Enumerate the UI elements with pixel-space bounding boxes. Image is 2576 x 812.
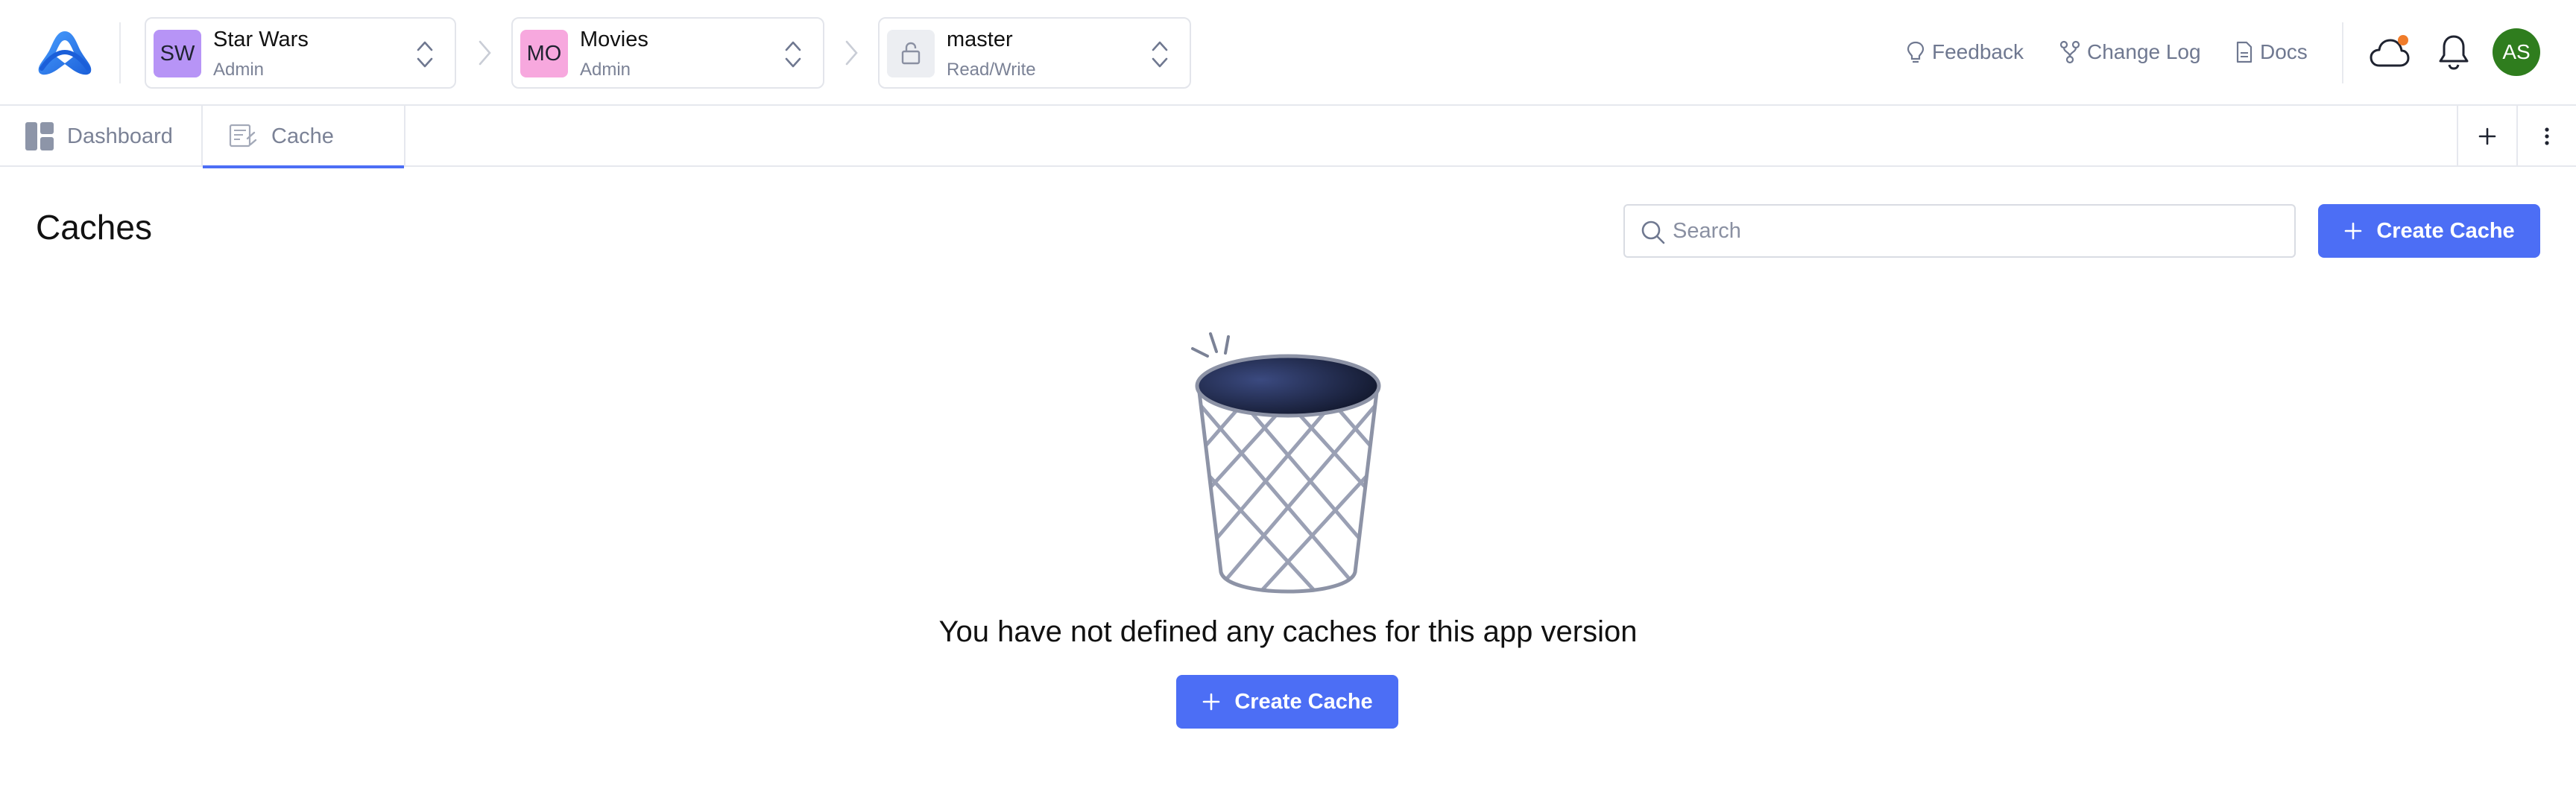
tab-dashboard-label: Dashboard <box>67 124 173 148</box>
project-name: Star Wars <box>213 28 309 51</box>
chevron-right-icon <box>845 40 858 66</box>
project-role: Admin <box>213 60 265 80</box>
tab-dashboard[interactable]: Dashboard <box>0 106 203 167</box>
tab-bar: Dashboard Cache <box>0 106 2576 168</box>
plus-icon <box>2345 222 2362 240</box>
document-icon <box>2236 41 2253 63</box>
docs-label: Docs <box>2260 40 2308 63</box>
search-icon <box>1641 221 1665 244</box>
tab-cache-label: Cache <box>271 124 334 148</box>
version-selector[interactable]: master Read/Write <box>878 17 1191 89</box>
changelog-link[interactable]: Change Log <box>2059 39 2201 66</box>
version-badge <box>887 30 935 77</box>
chevron-up-down-icon <box>785 41 801 68</box>
header-divider <box>2342 22 2343 83</box>
cache-icon <box>229 124 257 148</box>
empty-trash-bin-icon <box>1191 332 1381 594</box>
tab-cache[interactable]: Cache <box>203 106 405 168</box>
docs-link[interactable]: Docs <box>2235 39 2308 66</box>
lock-icon <box>901 42 921 65</box>
plus-icon <box>1203 693 1220 711</box>
changelog-label: Change Log <box>2087 40 2201 63</box>
app-role: Admin <box>580 60 631 80</box>
app-badge: MO <box>520 30 568 77</box>
user-avatar[interactable]: AS <box>2493 28 2540 76</box>
app-name: Movies <box>580 28 648 51</box>
search-box <box>1623 204 2296 258</box>
dashboard-icon <box>25 122 54 150</box>
chevron-right-icon <box>479 40 491 66</box>
chevron-up-down-icon <box>417 41 433 68</box>
top-header: SW Star Wars Admin MO Movies Admin maste… <box>0 0 2576 106</box>
project-selector[interactable]: SW Star Wars Admin <box>145 17 456 89</box>
empty-state-message: You have not defined any caches for this… <box>938 615 1638 648</box>
empty-create-cache-label: Create Cache <box>1234 689 1373 714</box>
feedback-link[interactable]: Feedback <box>1905 39 2024 66</box>
app-selector[interactable]: MO Movies Admin <box>511 17 824 89</box>
plus-icon <box>2478 127 2496 145</box>
version-role: Read/Write <box>947 60 1036 80</box>
page-title: Caches <box>36 208 152 247</box>
version-name: master <box>947 28 1013 51</box>
chevron-up-down-icon <box>1152 41 1168 68</box>
project-badge: SW <box>154 30 201 77</box>
create-cache-button[interactable]: Create Cache <box>2318 204 2540 258</box>
feedback-label: Feedback <box>1932 40 2024 63</box>
search-input[interactable] <box>1673 206 2284 256</box>
create-cache-label: Create Cache <box>2376 218 2515 243</box>
cloud-icon <box>2370 35 2410 67</box>
empty-create-cache-button[interactable]: Create Cache <box>1176 675 1398 729</box>
git-branch-icon <box>2059 40 2080 64</box>
add-tab-button[interactable] <box>2457 106 2516 167</box>
tab-menu-button[interactable] <box>2516 106 2576 167</box>
bell-icon <box>2439 35 2469 70</box>
lightbulb-icon <box>1907 41 1925 63</box>
app-logo-icon[interactable] <box>34 28 95 77</box>
active-tab-indicator <box>203 165 404 168</box>
cloud-status-button[interactable] <box>2369 33 2411 75</box>
more-vertical-icon <box>2545 127 2549 145</box>
header-divider <box>119 22 121 83</box>
notifications-button[interactable] <box>2437 33 2470 74</box>
